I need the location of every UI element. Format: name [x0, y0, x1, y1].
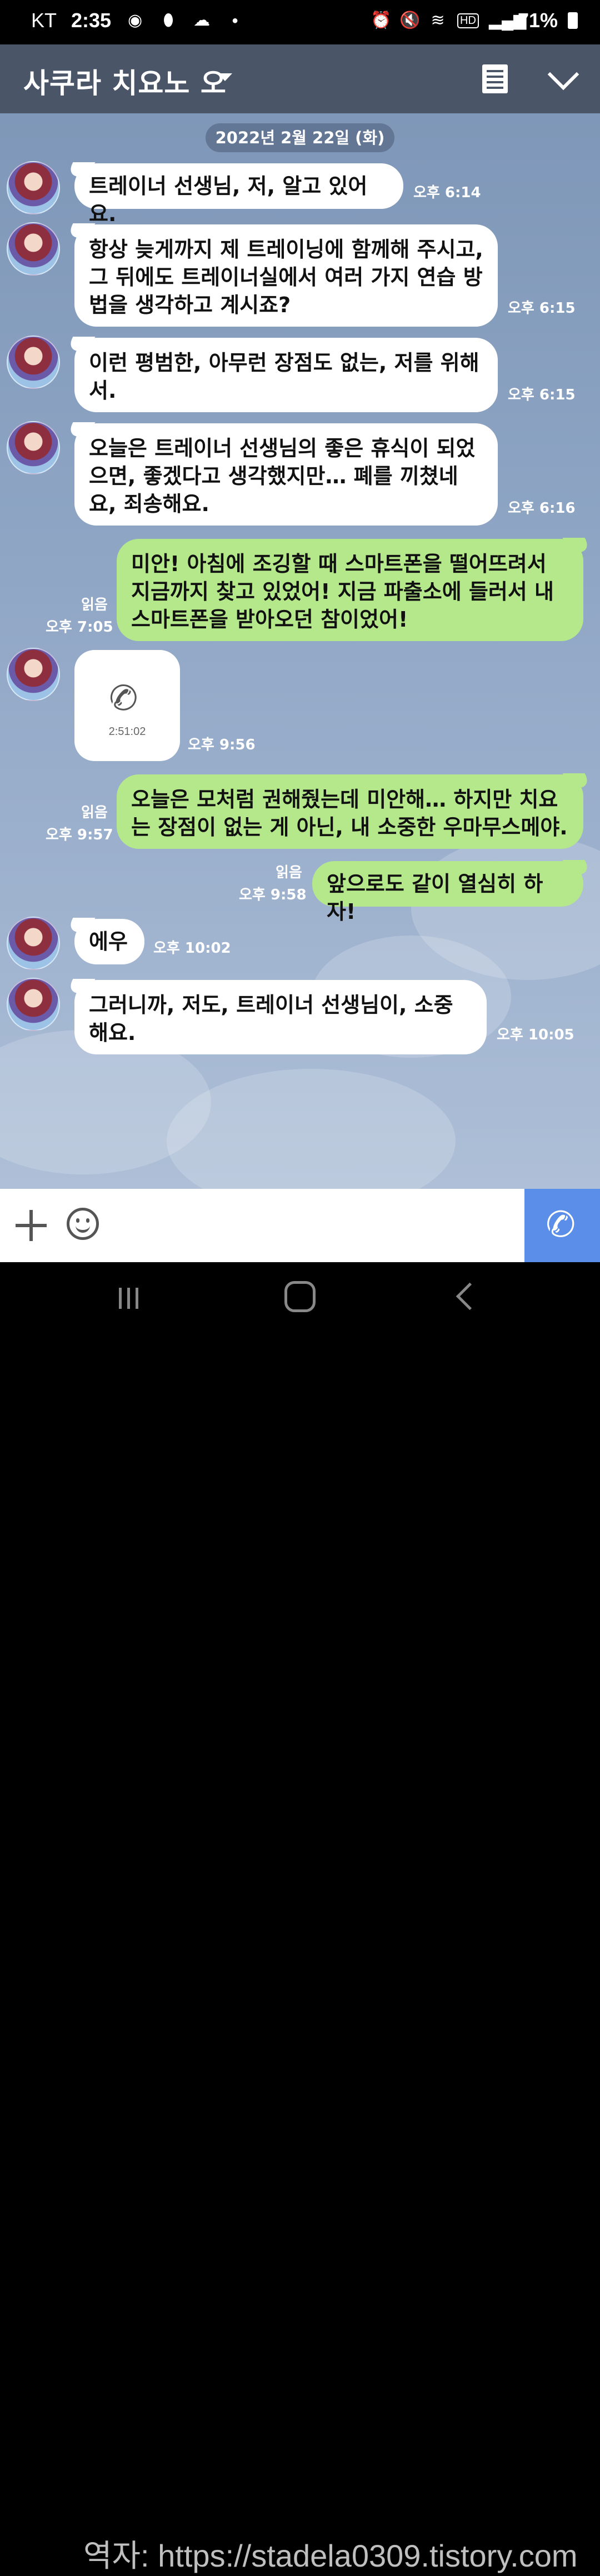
- message-time: 오후 7:05: [46, 619, 113, 636]
- back-icon[interactable]: [456, 1282, 484, 1310]
- cloud-icon: ☁: [193, 11, 211, 29]
- battery-icon: [568, 12, 578, 29]
- clock: 2:35: [71, 9, 112, 32]
- chat-header: 사쿠라 치요노 오: [0, 44, 600, 113]
- date-divider: 2022년 2월 22일 (화): [206, 123, 394, 152]
- message-time: 오후 6:16: [508, 500, 576, 517]
- chat-area[interactable]: 2022년 2월 22일 (화) 트레이너 선생님, 저, 알고 있어요. 오후…: [0, 113, 600, 1189]
- status-bar: KT 2:35 ◉ ⬮ ☁ ● ⏰ 🔇 ≋ HD ▂▄▆ 71%: [0, 0, 600, 44]
- avatar[interactable]: [7, 421, 60, 474]
- message-text: 에우: [89, 929, 128, 954]
- message-text: 미안! 아침에 조깅할 때 스마트폰을 떨어뜨려서 지금까지 찾고 있었어! 지…: [131, 552, 554, 632]
- call-button[interactable]: ✆: [524, 1189, 600, 1262]
- message-bubble-incoming[interactable]: 항상 늦게까지 제 트레이닝에 함께해 주시고, 그 뒤에도 트레이너실에서 여…: [74, 224, 498, 327]
- avatar[interactable]: [7, 917, 60, 970]
- message-bubble-incoming[interactable]: 그러니까, 저도, 트레이너 선생님이, 소중해요.: [74, 980, 487, 1054]
- message-bubble-incoming[interactable]: 오늘은 트레이너 선생님의 좋은 휴식이 되었으면, 좋겠다고 생각했지만… 폐…: [74, 423, 498, 526]
- recent-apps-icon[interactable]: [117, 1286, 141, 1310]
- link-icon: ⬮: [163, 11, 174, 29]
- message-text: 항상 늦게까지 제 트레이닝에 함께해 주시고, 그 뒤에도 트레이너실에서 여…: [89, 237, 483, 317]
- battery-percent: 71%: [517, 9, 558, 32]
- message-time: 오후 10:05: [497, 1027, 574, 1043]
- home-icon[interactable]: [284, 1281, 316, 1312]
- call-duration: 2:51:02: [108, 726, 146, 738]
- chat-title[interactable]: 사쿠라 치요노 오: [23, 61, 227, 101]
- system-nav-bar: 역자: https://stadela0309.tistory.com: [0, 1262, 600, 2573]
- collapse-chevron-icon[interactable]: [547, 58, 579, 91]
- message-text: 오늘은 트레이너 선생님의 좋은 휴식이 되었으면, 좋겠다고 생각했지만… 폐…: [89, 436, 476, 516]
- camera-icon: ◉: [127, 11, 143, 29]
- call-icon: ✆: [542, 1202, 579, 1248]
- avatar[interactable]: [7, 648, 60, 701]
- message-time: 오후 9:58: [239, 887, 307, 903]
- avatar[interactable]: [7, 336, 60, 389]
- message-time: 오후 6:15: [508, 387, 576, 403]
- dot-icon: ●: [232, 14, 239, 27]
- message-text: 그러니까, 저도, 트레이너 선생님이, 소중해요.: [89, 993, 453, 1045]
- phone-icon: ✆: [104, 674, 143, 722]
- message-time: 오후 9:57: [46, 827, 113, 843]
- message-time: 오후 9:56: [188, 737, 256, 753]
- message-bubble-incoming[interactable]: 이런 평범한, 아무런 장점도 없는, 저를 위해서.: [74, 338, 498, 412]
- alarm-icon: ⏰: [371, 11, 392, 29]
- notes-icon[interactable]: [482, 64, 508, 93]
- carrier-label: KT: [31, 9, 57, 32]
- call-record-bubble[interactable]: ✆ 2:51:02: [74, 650, 180, 761]
- message-bubble-outgoing[interactable]: 오늘은 모처럼 권해줬는데 미안해… 하지만 치요는 장점이 없는 게 아닌, …: [117, 774, 583, 849]
- message-input-bar: ✆: [0, 1189, 600, 1262]
- read-receipt: 읽음: [81, 804, 108, 821]
- avatar[interactable]: [7, 222, 60, 276]
- message-time: 오후 6:14: [413, 184, 481, 201]
- message-bubble-incoming[interactable]: 트레이너 선생님, 저, 알고 있어요.: [74, 163, 403, 226]
- message-time: 오후 10:02: [153, 940, 231, 957]
- avatar[interactable]: [7, 978, 60, 1031]
- message-input[interactable]: [111, 1189, 522, 1262]
- read-receipt: 읽음: [81, 597, 108, 613]
- emoji-icon[interactable]: [67, 1208, 99, 1240]
- hd-badge: HD: [457, 13, 479, 28]
- message-text: 오늘은 모처럼 권해줬는데 미안해… 하지만 치요는 장점이 없는 게 아닌, …: [131, 787, 568, 839]
- mute-icon: 🔇: [399, 11, 421, 29]
- signal-icon: ▂▄▆: [488, 11, 527, 29]
- translator-watermark: 역자: https://stadela0309.tistory.com: [83, 2538, 578, 2573]
- wifi-icon: ≋: [431, 11, 445, 29]
- message-time: 오후 6:15: [508, 300, 576, 317]
- chevron-down-icon[interactable]: [218, 73, 232, 81]
- message-text: 트레이너 선생님, 저, 알고 있어요.: [89, 174, 368, 226]
- message-bubble-outgoing[interactable]: 미안! 아침에 조깅할 때 스마트폰을 떨어뜨려서 지금까지 찾고 있었어! 지…: [117, 539, 583, 641]
- plus-icon[interactable]: [16, 1210, 47, 1241]
- avatar[interactable]: [7, 161, 60, 214]
- message-text: 이런 평범한, 아무런 장점도 없는, 저를 위해서.: [89, 351, 479, 403]
- message-bubble-incoming[interactable]: 에우: [74, 919, 144, 964]
- message-bubble-outgoing[interactable]: 앞으로도 같이 열심히 하자!: [312, 861, 583, 924]
- read-receipt: 읽음: [276, 864, 302, 881]
